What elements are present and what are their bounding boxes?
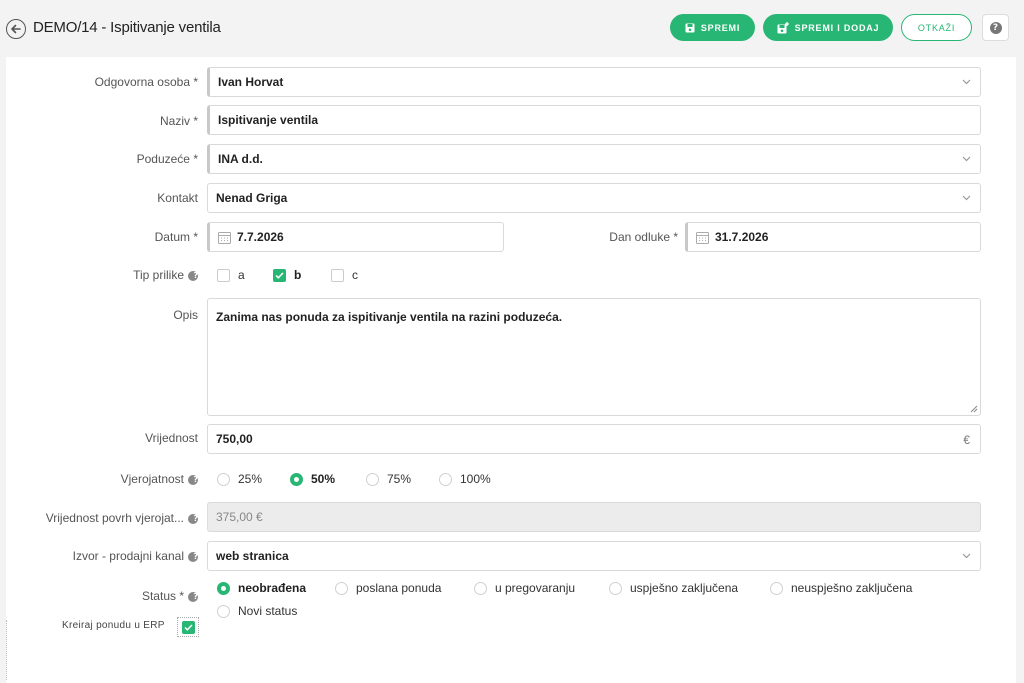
opportunity-type-b[interactable]: b [273,268,301,282]
help-icon: ? [188,551,198,562]
status-neobradena[interactable]: neobrađena [217,581,306,595]
chevron-down-icon [962,156,971,162]
radio[interactable] [217,581,230,595]
save-icon [685,23,695,32]
erp-checkbox-wrapper[interactable] [177,617,199,637]
opportunity-type-a[interactable]: a [217,268,245,282]
radio[interactable] [474,581,487,595]
radio[interactable] [217,604,230,618]
probability-100[interactable]: 100% [439,472,491,486]
name-label: Naziv * [159,114,198,128]
save-and-add-label: SPREMI I DODAJ [794,22,880,33]
description-label: Opis [173,308,198,322]
company-label: Poduzeće * [136,152,198,166]
probability-50[interactable]: 50% [290,472,335,486]
page-title: DEMO/14 - Ispitivanje ventila [33,19,221,36]
responsible-value: Ivan Horvat [218,75,284,89]
description-textarea[interactable]: Zanima nas ponuda za ispitivanje ventila… [207,298,981,416]
decision-date-input[interactable]: 31.7.2026 [685,222,981,252]
name-value: Ispitivanje ventila [218,113,319,127]
value-label: Vrijednost [145,431,198,445]
source-value: web stranica [216,549,289,563]
decision-date-value: 31.7.2026 [715,230,769,244]
probability-label: Vjerojatnost? [120,472,198,486]
company-value: INA d.d. [218,152,263,166]
contact-value: Nenad Griga [216,191,288,205]
help-button[interactable]: ? [982,14,1009,41]
help-icon: ? [188,591,198,602]
radio[interactable] [439,472,452,486]
value-value: 750,00 [216,432,253,446]
radio[interactable] [290,472,303,486]
decision-date-label: Dan odluke * [609,230,678,244]
contact-label: Kontakt [157,191,198,205]
save-and-add-button[interactable]: SPREMI I DODAJ [763,14,893,41]
source-label: Izvor - prodajni kanal? [72,549,198,563]
calendar-icon [696,231,709,244]
contact-select[interactable]: Nenad Griga [207,183,981,213]
check-icon [183,623,193,631]
divider [6,620,7,680]
chevron-down-icon [962,195,971,201]
save-button-label: SPREMI [700,22,741,33]
chevron-down-icon [962,79,971,85]
name-input[interactable]: Ispitivanje ventila [207,105,981,135]
help-icon: ? [188,270,198,281]
opportunity-type-c[interactable]: c [331,268,358,282]
probability-25[interactable]: 25% [217,472,262,486]
radio[interactable] [335,581,348,595]
checkbox[interactable] [217,268,230,282]
description-value: Zanima nas ponuda za ispitivanje ventila… [216,310,563,324]
save-button[interactable]: SPREMI [670,14,755,41]
status-uspjesno-zakljucena[interactable]: uspješno zaključena [609,581,738,595]
weighted-value-value: 375,00 € [216,510,263,524]
currency-symbol: € [963,433,970,447]
status-u-pregovaranju[interactable]: u pregovaranju [474,581,575,595]
opportunity-type-label: Tip prilike? [133,268,198,282]
erp-label: Kreiraj ponudu u ERP [62,620,165,631]
check-icon [275,271,284,279]
help-icon: ? [989,21,1002,34]
cancel-button-label: OTKAŽI [917,22,956,33]
responsible-label: Odgovorna osoba * [94,75,198,89]
cancel-button[interactable]: OTKAŽI [901,14,972,41]
weighted-value-label: Vrijednost povrh vjerojat...? [45,511,198,525]
status-label: Status *? [141,589,198,603]
radio[interactable] [366,472,379,486]
help-icon: ? [188,513,198,524]
page-header: DEMO/14 - Ispitivanje ventila SPREMI SPR… [0,0,1024,57]
resize-handle-icon[interactable] [970,405,978,413]
back-button[interactable] [6,19,26,39]
checkbox[interactable] [331,268,344,282]
chevron-down-icon [962,553,971,559]
checkbox[interactable] [273,268,286,282]
company-select[interactable]: INA d.d. [207,144,981,174]
value-input[interactable]: 750,00 € [207,424,981,454]
status-poslana-ponuda[interactable]: poslana ponuda [335,581,441,595]
responsible-select[interactable]: Ivan Horvat [207,67,981,97]
source-select[interactable]: web stranica [207,541,981,571]
back-arrow-icon [11,24,21,34]
radio[interactable] [609,581,622,595]
radio[interactable] [217,472,230,486]
radio[interactable] [770,581,783,595]
date-label: Datum * [154,230,198,244]
weighted-value-field: 375,00 € [207,502,981,532]
date-input[interactable]: 7.7.2026 [207,222,504,252]
erp-checkbox[interactable] [181,620,195,634]
probability-75[interactable]: 75% [366,472,411,486]
date-value: 7.7.2026 [237,230,284,244]
save-add-icon [777,21,789,33]
status-neuspjesno-zakljucena[interactable]: neuspješno zaključena [770,581,912,595]
status-novi-status[interactable]: Novi status [217,604,297,618]
help-icon: ? [188,474,198,485]
calendar-icon [218,231,231,244]
